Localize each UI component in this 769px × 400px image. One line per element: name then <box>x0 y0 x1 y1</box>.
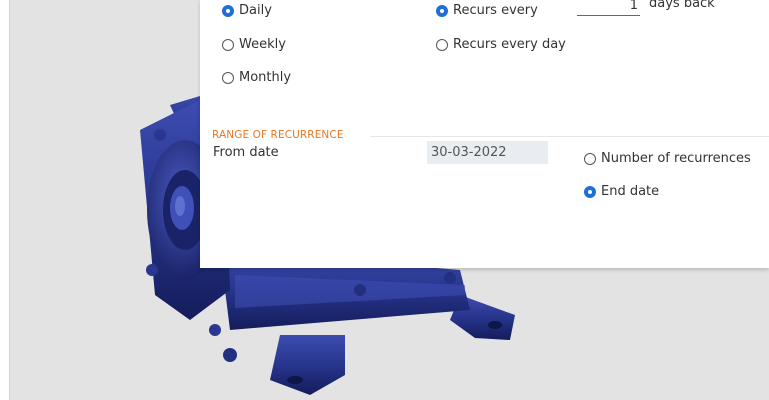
end-date-label: End date <box>601 184 660 199</box>
radio-icon <box>436 4 448 17</box>
radio-icon <box>436 38 448 51</box>
recurs-every-day-label: Recurs every day <box>453 37 566 52</box>
number-of-recurrences-radio[interactable]: Number of recurrences <box>584 151 751 166</box>
end-date-radio[interactable]: End date <box>584 184 659 199</box>
radio-icon <box>222 71 234 84</box>
section-divider <box>370 136 769 137</box>
from-date-field[interactable] <box>427 141 548 164</box>
from-date-label: From date <box>213 145 279 160</box>
monthly-label: Monthly <box>239 70 292 85</box>
radio-icon <box>222 38 234 51</box>
number-of-recurrences-label: Number of recurrences <box>601 151 751 166</box>
monthly-radio[interactable]: Monthly <box>222 70 291 85</box>
weekly-label: Weekly <box>239 37 286 52</box>
radio-icon <box>222 4 234 17</box>
recurs-every-label: Recurs every <box>453 3 538 18</box>
range-section-title: RANGE OF RECURRENCE <box>212 129 344 141</box>
radio-icon <box>584 152 596 165</box>
recurs-every-radio[interactable]: Recurs every <box>436 3 538 18</box>
days-back-label: days back <box>649 0 715 11</box>
daily-radio[interactable]: Daily <box>222 3 272 18</box>
days-count-input[interactable] <box>577 0 640 16</box>
recurrence-panel: Daily Weekly Monthly Recurs every Recurs… <box>200 0 769 268</box>
radio-icon <box>584 185 596 198</box>
recurs-every-day-radio[interactable]: Recurs every day <box>436 37 566 52</box>
weekly-radio[interactable]: Weekly <box>222 37 286 52</box>
daily-label: Daily <box>239 3 272 18</box>
